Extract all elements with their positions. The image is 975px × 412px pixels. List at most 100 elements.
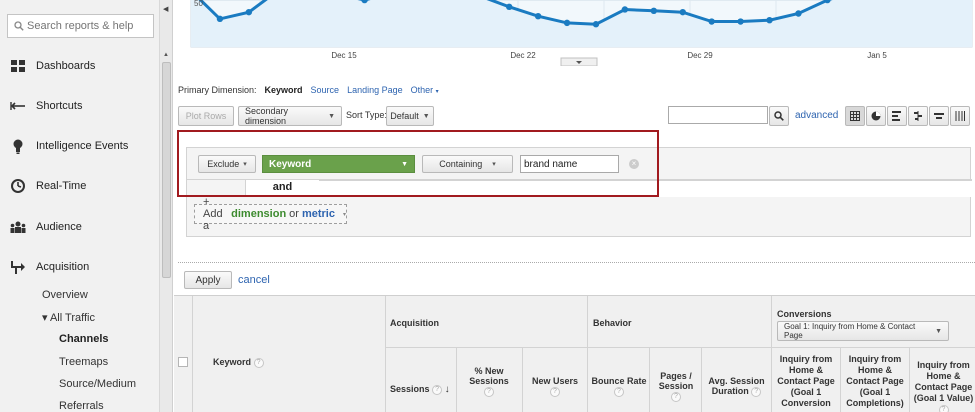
nav-item-acquisition[interactable]: Acquisition bbox=[10, 259, 89, 275]
filter-value-input[interactable] bbox=[520, 155, 619, 173]
chart-data-point[interactable] bbox=[650, 7, 658, 15]
chart-data-point[interactable] bbox=[795, 10, 802, 17]
nav-sub-overview[interactable]: Overview bbox=[42, 289, 88, 301]
chart-data-point[interactable] bbox=[592, 21, 600, 28]
help-icon[interactable]: ? bbox=[550, 386, 560, 397]
exclude-dropdown[interactable]: Exclude ▾ bbox=[198, 155, 256, 173]
nav-item-dashboards[interactable]: Dashboards bbox=[10, 58, 95, 74]
x-tick-label: Dec 15 bbox=[331, 51, 357, 60]
chart-data-point[interactable] bbox=[679, 8, 686, 16]
avg-session-duration-column-header[interactable]: Avg. Session Duration ? bbox=[704, 376, 769, 397]
nav-item-intelligence-events[interactable]: Intelligence Events bbox=[10, 138, 128, 154]
nav-label: Acquisition bbox=[36, 261, 90, 273]
chart-data-point[interactable] bbox=[563, 19, 571, 27]
nav-label: Shortcuts bbox=[36, 100, 83, 112]
goal-selector-dropdown[interactable]: Goal 1: Inquiry from Home & Contact Page… bbox=[777, 321, 949, 341]
and-connector-fill bbox=[319, 180, 972, 197]
chart-data-point[interactable] bbox=[621, 6, 629, 13]
table-search-button[interactable] bbox=[769, 106, 789, 126]
search-box[interactable] bbox=[7, 14, 154, 38]
people-icon bbox=[10, 219, 26, 235]
nav-sub-channels[interactable]: Channels bbox=[59, 333, 109, 345]
nav-sub-referrals[interactable]: Referrals bbox=[59, 400, 104, 412]
nav-label: Real-Time bbox=[36, 180, 87, 192]
nav-label: Intelligence Events bbox=[36, 140, 129, 152]
view-comparison-button[interactable] bbox=[908, 106, 928, 126]
help-icon[interactable]: ? bbox=[432, 384, 443, 395]
sidebar: Dashboards Shortcuts Intelligence Events… bbox=[0, 0, 160, 412]
goal-completions-column-header[interactable]: Inquiry from Home & Contact Page (Goal 1… bbox=[843, 354, 907, 409]
chart-data-point[interactable] bbox=[216, 15, 224, 23]
advanced-filter-link[interactable]: advanced bbox=[795, 110, 838, 121]
lightbulb-icon bbox=[10, 138, 26, 154]
primary-dimension-landing-page[interactable]: Landing Page bbox=[347, 85, 403, 95]
primary-dimension-bar: Primary Dimension: Keyword Source Landin… bbox=[178, 85, 439, 95]
view-pie-button[interactable] bbox=[866, 106, 886, 126]
remove-condition-icon[interactable]: × bbox=[629, 159, 639, 169]
secondary-dimension-dropdown[interactable]: Secondary dimension ▼ bbox=[238, 106, 342, 126]
table-search-input[interactable] bbox=[668, 106, 768, 124]
nav-sub-all-traffic[interactable]: ▾ All Traffic bbox=[42, 311, 95, 324]
bounce-rate-column-header[interactable]: Bounce Rate? bbox=[591, 376, 647, 397]
view-performance-button[interactable] bbox=[887, 106, 907, 126]
filter-dimension-dropdown[interactable]: Keyword ▼ bbox=[262, 155, 415, 173]
primary-dimension-source[interactable]: Source bbox=[311, 85, 340, 95]
new-users-column-header[interactable]: New Users? bbox=[526, 376, 584, 397]
help-icon[interactable]: ? bbox=[484, 386, 494, 397]
acquisition-group-header: Acquisition bbox=[390, 318, 439, 328]
pie-chart-icon bbox=[871, 111, 881, 121]
grid-icon bbox=[10, 58, 26, 74]
search-input[interactable] bbox=[27, 20, 147, 32]
help-icon[interactable]: ? bbox=[614, 386, 624, 397]
nav-sub-treemaps[interactable]: Treemaps bbox=[59, 356, 108, 368]
collapse-arrow-icon[interactable]: ◀ bbox=[163, 5, 168, 13]
nav-item-real-time[interactable]: Real-Time bbox=[10, 178, 86, 194]
x-tick-label: Jan 5 bbox=[867, 51, 887, 60]
view-pivot-button[interactable] bbox=[950, 106, 970, 126]
keyword-column-header[interactable]: Keyword ? bbox=[213, 357, 264, 368]
chart-data-point[interactable] bbox=[708, 18, 715, 25]
pivot-icon bbox=[955, 111, 965, 121]
scroll-up-icon[interactable]: ▲ bbox=[163, 52, 169, 58]
search-icon bbox=[774, 111, 784, 121]
behavior-group-header: Behavior bbox=[593, 318, 632, 328]
chart-data-point[interactable] bbox=[534, 12, 542, 20]
nav-sub-source-medium[interactable]: Source/Medium bbox=[59, 378, 136, 390]
add-dimension-or-metric-button[interactable]: + Add a dimension or metric ▾ bbox=[194, 196, 347, 232]
sort-type-dropdown[interactable]: Default ▼ bbox=[386, 106, 434, 126]
help-icon[interactable]: ? bbox=[938, 404, 949, 412]
goal-conversion-column-header[interactable]: Inquiry from Home & Contact Page (Goal 1… bbox=[774, 354, 838, 409]
table-view-icon bbox=[850, 111, 860, 121]
nav-label: Dashboards bbox=[36, 60, 96, 72]
chart-data-point[interactable] bbox=[766, 17, 773, 24]
help-icon[interactable]: ? bbox=[671, 391, 681, 402]
section-divider bbox=[178, 262, 975, 263]
match-type-dropdown[interactable]: Containing ▾ bbox=[422, 155, 513, 173]
chart-data-point[interactable] bbox=[505, 3, 513, 10]
conversions-group-header: Conversions bbox=[777, 309, 832, 319]
primary-dimension-keyword: Keyword bbox=[264, 85, 303, 95]
sessions-column-header[interactable]: Sessions ? ↓ bbox=[390, 384, 450, 395]
cancel-link[interactable]: cancel bbox=[238, 274, 270, 286]
y-tick-label: 50 bbox=[194, 0, 203, 8]
help-icon[interactable]: ? bbox=[253, 357, 264, 368]
view-table-button[interactable] bbox=[845, 106, 865, 126]
x-tick-label: Dec 29 bbox=[687, 51, 713, 60]
select-all-checkbox[interactable] bbox=[178, 357, 188, 367]
sort-descending-icon[interactable]: ↓ bbox=[445, 384, 450, 395]
pages-session-column-header[interactable]: Pages / Session? bbox=[652, 371, 700, 402]
clock-icon bbox=[10, 178, 26, 194]
chart-data-point[interactable] bbox=[737, 18, 744, 25]
goal-value-column-header[interactable]: Inquiry from Home & Contact Page (Goal 1… bbox=[912, 360, 975, 412]
chart-data-point[interactable] bbox=[245, 8, 253, 16]
sidebar-scrollbar[interactable] bbox=[162, 62, 171, 278]
primary-dimension-other[interactable]: Other ▾ bbox=[411, 85, 439, 95]
pct-new-sessions-column-header[interactable]: % New Sessions? bbox=[461, 366, 517, 397]
sessions-line-chart: 50 Dec 15 Dec 22 Dec 29 Jan 5 bbox=[190, 0, 973, 66]
view-term-cloud-button[interactable] bbox=[929, 106, 949, 126]
apply-button[interactable]: Apply bbox=[184, 271, 232, 289]
nav-item-shortcuts[interactable]: Shortcuts bbox=[10, 98, 82, 114]
help-icon[interactable]: ? bbox=[751, 386, 762, 397]
plot-rows-button[interactable]: Plot Rows bbox=[178, 106, 234, 126]
nav-item-audience[interactable]: Audience bbox=[10, 219, 82, 235]
